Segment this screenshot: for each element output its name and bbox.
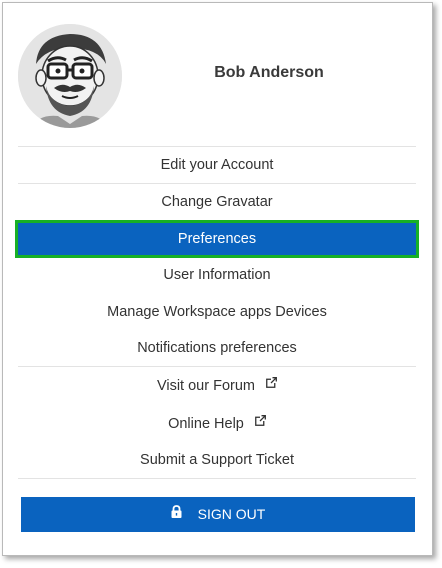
menu-item-submit-support-ticket[interactable]: Submit a Support Ticket <box>18 443 416 477</box>
divider <box>18 183 416 184</box>
menu-item-label: Edit your Account <box>160 157 274 173</box>
menu-item-label: Online Help <box>168 416 244 432</box>
avatar <box>18 24 122 128</box>
menu-item-manage-workspace-devices[interactable]: Manage Workspace apps Devices <box>18 295 416 329</box>
lock-icon <box>171 496 182 531</box>
menu-item-label: User Information <box>163 267 271 283</box>
divider <box>18 366 416 367</box>
user-header: Bob Anderson <box>18 24 416 128</box>
user-name: Bob Anderson <box>214 64 324 81</box>
menu-item-label: Manage Workspace apps Devices <box>107 304 327 320</box>
menu-item-label: Visit our Forum <box>156 378 255 394</box>
menu-item-online-help[interactable]: Online Help <box>18 407 416 441</box>
sign-out-label: SIGN OUT <box>197 506 266 522</box>
menu-item-user-information[interactable]: User Information <box>18 258 416 292</box>
divider <box>18 146 416 147</box>
menu-item-change-gravatar[interactable]: Change Gravatar <box>18 185 416 219</box>
avatar-image <box>18 24 122 128</box>
menu-item-preferences[interactable]: Preferences <box>15 220 419 258</box>
menu-item-label: Submit a Support Ticket <box>140 452 294 468</box>
menu-item-label: Notifications preferences <box>137 340 297 356</box>
menu-item-label: Change Gravatar <box>161 194 273 210</box>
external-link-icon <box>254 405 266 439</box>
menu-item-edit-account[interactable]: Edit your Account <box>18 148 416 182</box>
menu-item-visit-forum[interactable]: Visit our Forum <box>18 369 416 403</box>
sign-out-button[interactable]: SIGN OUT <box>21 497 415 532</box>
divider <box>18 478 416 479</box>
menu-item-notifications-preferences[interactable]: Notifications preferences <box>18 331 416 365</box>
external-link-icon <box>266 367 278 401</box>
menu-item-label: Preferences <box>177 231 257 247</box>
